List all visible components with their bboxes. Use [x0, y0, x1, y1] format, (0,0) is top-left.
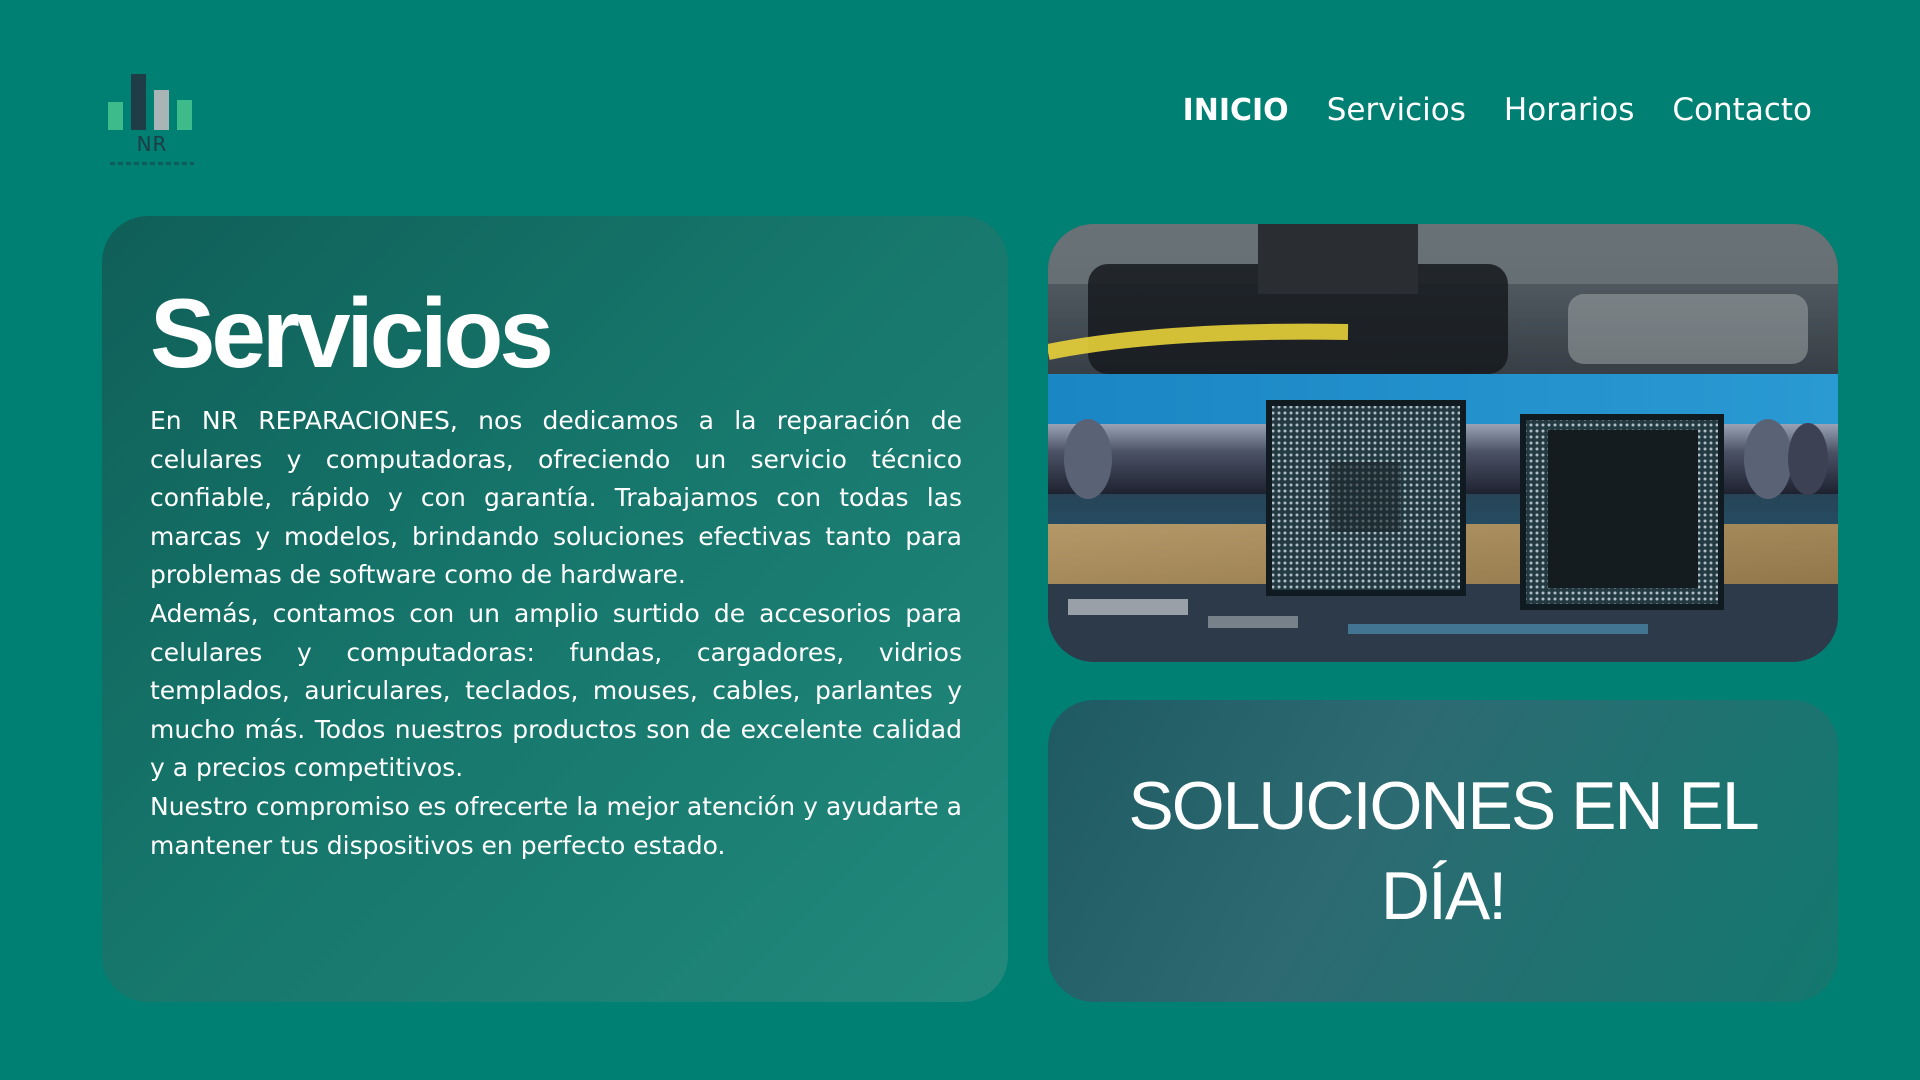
- services-card: Servicios En NR REPARACIONES, nos dedica…: [102, 216, 1008, 1002]
- logo-bar: [108, 102, 123, 130]
- logo-text: NR: [136, 132, 168, 156]
- services-paragraph: Además, contamos con un amplio surtido d…: [150, 598, 962, 783]
- logo-bar: [177, 100, 192, 130]
- logo-bar: [154, 90, 169, 130]
- logo-bar: [131, 74, 146, 130]
- logo-tagline: [110, 162, 194, 165]
- nav-item-horarios[interactable]: Horarios: [1504, 92, 1635, 128]
- chips-photo-icon: [1048, 224, 1838, 662]
- nav-item-servicios[interactable]: Servicios: [1327, 92, 1466, 128]
- main-nav: INICIO Servicios Horarios Contacto: [1145, 92, 1812, 128]
- chips-photo: [1048, 224, 1838, 662]
- nav-item-inicio[interactable]: INICIO: [1183, 93, 1289, 128]
- nav-item-contacto[interactable]: Contacto: [1672, 92, 1812, 128]
- logo[interactable]: NR: [104, 72, 200, 172]
- services-title: Servicios: [150, 278, 554, 388]
- services-paragraph: Nuestro compromiso es ofrecerte la mejor…: [150, 791, 962, 860]
- logo-bars-icon: [108, 72, 196, 130]
- promo-banner: SOLUCIONES EN EL DÍA!: [1048, 700, 1838, 1002]
- services-paragraph: En NR REPARACIONES, nos dedicamos a la r…: [150, 406, 962, 590]
- services-description: En NR REPARACIONES, nos dedicamos a la r…: [150, 402, 962, 865]
- promo-banner-text: SOLUCIONES EN EL DÍA!: [1128, 768, 1759, 934]
